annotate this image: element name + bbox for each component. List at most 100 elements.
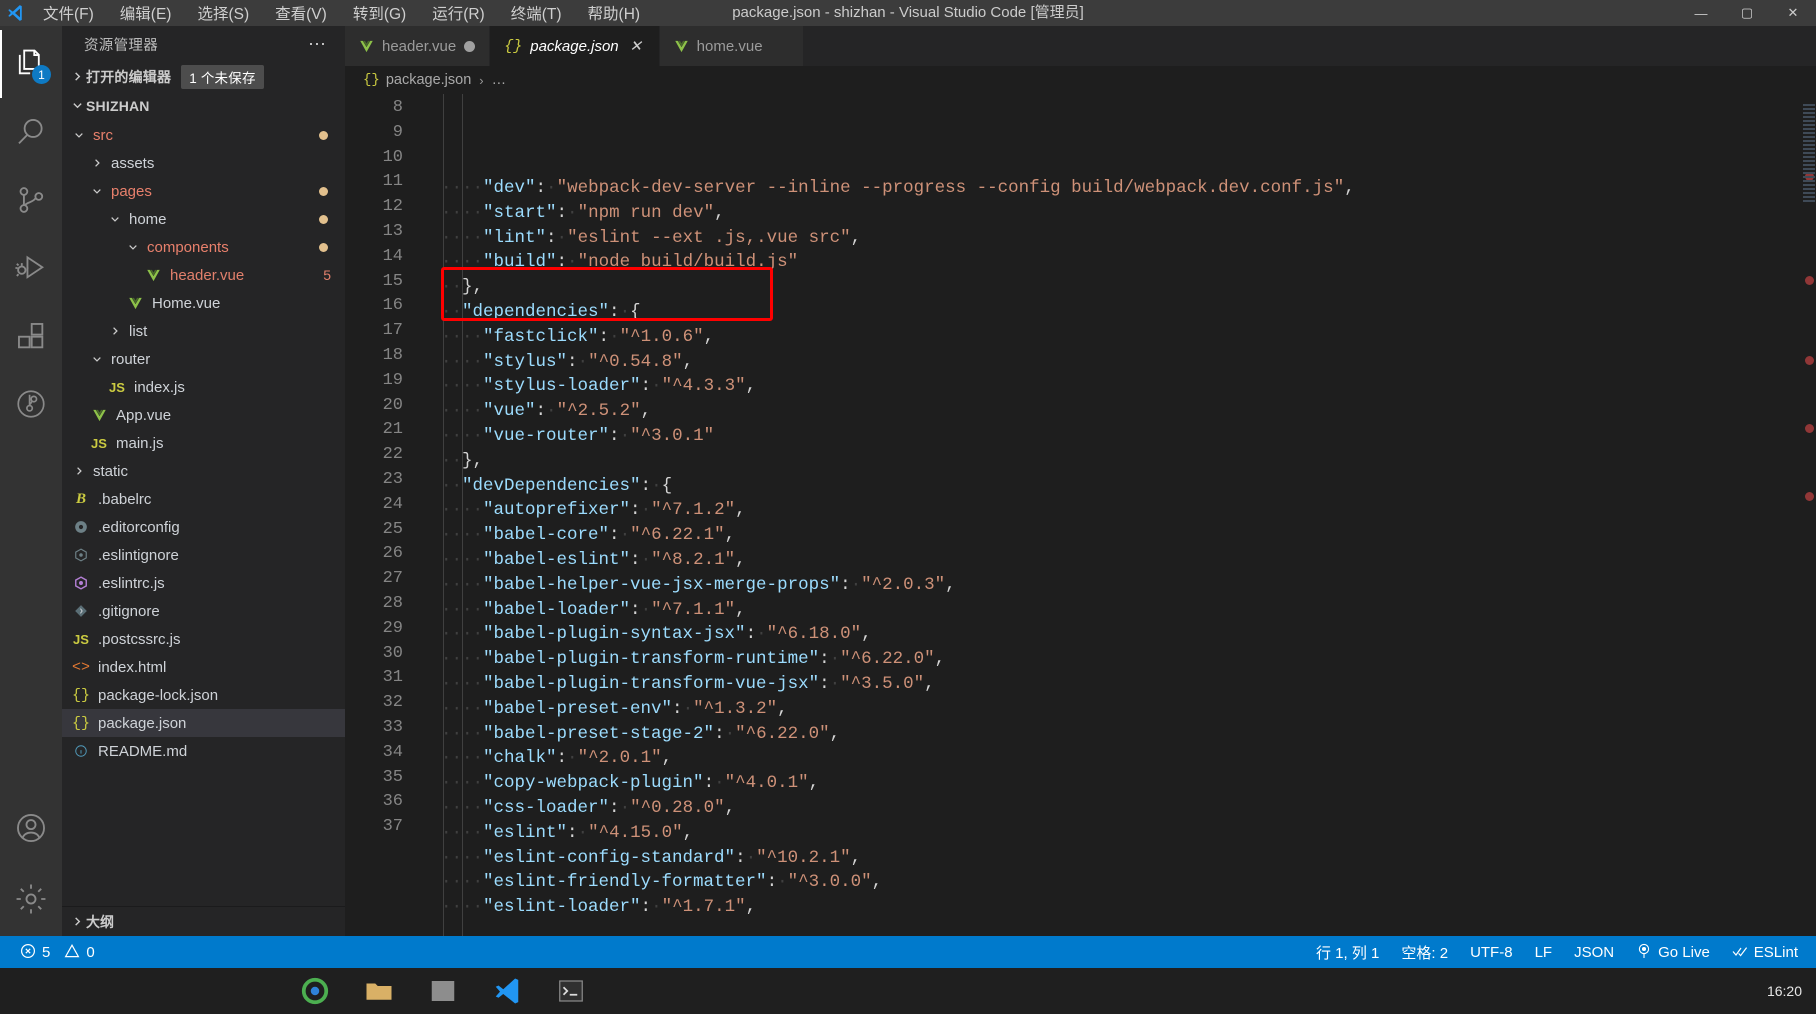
- breadcrumb-file[interactable]: package.json: [386, 72, 471, 88]
- code-line-24[interactable]: ····"babel-helper-vue-jsx-merge-props":·…: [441, 573, 1816, 598]
- status-go-live[interactable]: Go Live: [1636, 943, 1710, 961]
- code-line-11[interactable]: ····"build":·"node build/build.js": [441, 250, 1816, 275]
- activity-search-icon[interactable]: [0, 98, 62, 166]
- tree-item-home-vue[interactable]: Home.vue: [62, 289, 345, 317]
- activity-settings-gear-icon[interactable]: [0, 862, 62, 936]
- menu-help[interactable]: 帮助(H): [575, 0, 654, 26]
- code-line-15[interactable]: ····"stylus":·"^0.54.8",: [441, 350, 1816, 375]
- tree-item-package-json[interactable]: {} package.json: [62, 709, 345, 737]
- code-line-35[interactable]: ····"eslint-config-standard":·"^10.2.1",: [441, 846, 1816, 871]
- status-problems[interactable]: 5 0: [20, 943, 95, 961]
- tree-item-static[interactable]: static: [62, 457, 345, 485]
- sidebar-more-actions-icon[interactable]: ⋯: [308, 34, 333, 55]
- code-line-31[interactable]: ····"chalk":·"^2.0.1",: [441, 746, 1816, 771]
- close-tab-icon[interactable]: ✕: [627, 37, 645, 55]
- tree-item-list[interactable]: list: [62, 317, 345, 345]
- activity-run-debug-icon[interactable]: [0, 234, 62, 302]
- close-button[interactable]: ✕: [1770, 0, 1816, 26]
- section-outline[interactable]: 大纲: [62, 906, 345, 936]
- status-eol[interactable]: LF: [1535, 944, 1553, 961]
- status-eslint[interactable]: ESLint: [1732, 943, 1798, 961]
- status-indentation[interactable]: 空格: 2: [1401, 942, 1448, 963]
- tree-item-components[interactable]: components: [62, 233, 345, 261]
- tab-package-json[interactable]: {} package.json ✕: [490, 26, 660, 66]
- maximize-button[interactable]: ▢: [1724, 0, 1770, 26]
- tree-item-home[interactable]: home: [62, 205, 345, 233]
- code-line-14[interactable]: ····"fastclick":·"^1.0.6",: [441, 325, 1816, 350]
- code-line-30[interactable]: ····"babel-preset-stage-2":·"^6.22.0",: [441, 722, 1816, 747]
- code-line-32[interactable]: ····"copy-webpack-plugin":·"^4.0.1",: [441, 771, 1816, 796]
- taskbar-clock[interactable]: 16:20: [1767, 983, 1802, 999]
- code-line-20[interactable]: ··"devDependencies":·{: [441, 474, 1816, 499]
- menu-terminal[interactable]: 终端(T): [498, 0, 575, 26]
- code-line-33[interactable]: ····"css-loader":·"^0.28.0",: [441, 796, 1816, 821]
- menu-go[interactable]: 转到(G): [340, 0, 419, 26]
- tree-item-babelrc[interactable]: B .babelrc: [62, 485, 345, 513]
- activity-extensions-icon[interactable]: [0, 302, 62, 370]
- tab-home-vue[interactable]: home.vue: [659, 26, 804, 66]
- activity-explorer-icon[interactable]: 1: [0, 30, 62, 98]
- code-line-22[interactable]: ····"babel-core":·"^6.22.1",: [441, 523, 1816, 548]
- tree-item-postcssrc-js[interactable]: JS .postcssrc.js: [62, 625, 345, 653]
- code-line-19[interactable]: ··},: [441, 449, 1816, 474]
- unsaved-dot-icon[interactable]: [464, 40, 476, 52]
- tree-item-assets[interactable]: assets: [62, 149, 345, 177]
- code-line-27[interactable]: ····"babel-plugin-transform-runtime":·"^…: [441, 647, 1816, 672]
- file-tree[interactable]: src assets pages home components header.vue 5 H…: [62, 120, 345, 906]
- breadcrumb[interactable]: {} package.json › …: [345, 66, 1816, 94]
- status-language-mode[interactable]: JSON: [1574, 944, 1614, 961]
- tree-item-index-js[interactable]: JS index.js: [62, 373, 345, 401]
- code-line-18[interactable]: ····"vue-router":·"^3.0.1": [441, 424, 1816, 449]
- code-line-21[interactable]: ····"autoprefixer":·"^7.1.2",: [441, 498, 1816, 523]
- code-line-23[interactable]: ····"babel-eslint":·"^8.2.1",: [441, 548, 1816, 573]
- status-encoding[interactable]: UTF-8: [1470, 944, 1513, 961]
- code-editor[interactable]: 8 9 10 11 12 13 14 15 16 17 18 19 20 21 22 23 24 25 26 27 28…: [345, 94, 1816, 936]
- tree-item-pages[interactable]: pages: [62, 177, 345, 205]
- tree-item-app-vue[interactable]: App.vue: [62, 401, 345, 429]
- tree-item-main-js[interactable]: JS main.js: [62, 429, 345, 457]
- code-line-17[interactable]: ····"vue":·"^2.5.2",: [441, 399, 1816, 424]
- code-line-37[interactable]: ····"eslint-loader":·"^1.7.1",: [441, 895, 1816, 920]
- section-open-editors[interactable]: 打开的编辑器 1 个未保存: [62, 62, 345, 91]
- editor-tabs[interactable]: header.vue {} package.json ✕ home.vue: [345, 26, 1816, 66]
- code-line-28[interactable]: ····"babel-plugin-transform-vue-jsx":·"^…: [441, 672, 1816, 697]
- breadcrumb-rest[interactable]: …: [492, 72, 507, 88]
- taskbar-icon-vscode[interactable]: [492, 976, 522, 1006]
- code-line-26[interactable]: ····"babel-plugin-syntax-jsx":·"^6.18.0"…: [441, 622, 1816, 647]
- window-controls[interactable]: — ▢ ✕: [1678, 0, 1816, 26]
- tree-item-header-vue[interactable]: header.vue 5: [62, 261, 345, 289]
- menu-selection[interactable]: 选择(S): [184, 0, 262, 26]
- code-line-36[interactable]: ····"eslint-friendly-formatter":·"^3.0.0…: [441, 870, 1816, 895]
- menu-bar[interactable]: 文件(F) 编辑(E) 选择(S) 查看(V) 转到(G) 运行(R) 终端(T…: [30, 0, 653, 26]
- code-line-16[interactable]: ····"stylus-loader":·"^4.3.3",: [441, 374, 1816, 399]
- menu-edit[interactable]: 编辑(E): [107, 0, 185, 26]
- tree-item-readme-md[interactable]: README.md: [62, 737, 345, 765]
- tab-header-vue[interactable]: header.vue: [345, 26, 491, 66]
- section-folder-shizhan[interactable]: SHIZHAN: [62, 91, 345, 120]
- menu-view[interactable]: 查看(V): [262, 0, 340, 26]
- activity-remote-icon[interactable]: [0, 370, 62, 438]
- taskbar-apps[interactable]: [0, 976, 586, 1006]
- tree-item-package-lock-json[interactable]: {} package-lock.json: [62, 681, 345, 709]
- code-line-10[interactable]: ····"lint":·"eslint --ext .js,.vue src",: [441, 226, 1816, 251]
- editor-overview-ruler[interactable]: [1802, 94, 1816, 936]
- tree-item-router[interactable]: router: [62, 345, 345, 373]
- activity-accounts-icon[interactable]: [0, 794, 62, 862]
- tree-item-editorconfig[interactable]: .editorconfig: [62, 513, 345, 541]
- taskbar-icon-terminal[interactable]: [556, 976, 586, 1006]
- tree-item-gitignore[interactable]: .gitignore: [62, 597, 345, 625]
- taskbar-icon-chrome[interactable]: [300, 976, 330, 1006]
- menu-file[interactable]: 文件(F): [30, 0, 107, 26]
- code-line-9[interactable]: ····"start":·"npm run dev",: [441, 201, 1816, 226]
- status-cursor-position[interactable]: 行 1, 列 1: [1316, 942, 1379, 963]
- code-line-8[interactable]: ····"dev":·"webpack-dev-server --inline …: [441, 176, 1816, 201]
- menu-run[interactable]: 运行(R): [419, 0, 498, 26]
- code-line-12[interactable]: ··},: [441, 275, 1816, 300]
- code-line-25[interactable]: ····"babel-loader":·"^7.1.1",: [441, 598, 1816, 623]
- minimize-button[interactable]: —: [1678, 0, 1724, 26]
- code-line-34[interactable]: ····"eslint":·"^4.15.0",: [441, 821, 1816, 846]
- tree-item-src[interactable]: src: [62, 121, 345, 149]
- code-line-29[interactable]: ····"babel-preset-env":·"^1.3.2",: [441, 697, 1816, 722]
- code-line-13[interactable]: ··"dependencies":·{: [441, 300, 1816, 325]
- taskbar-icon-folder[interactable]: [364, 976, 394, 1006]
